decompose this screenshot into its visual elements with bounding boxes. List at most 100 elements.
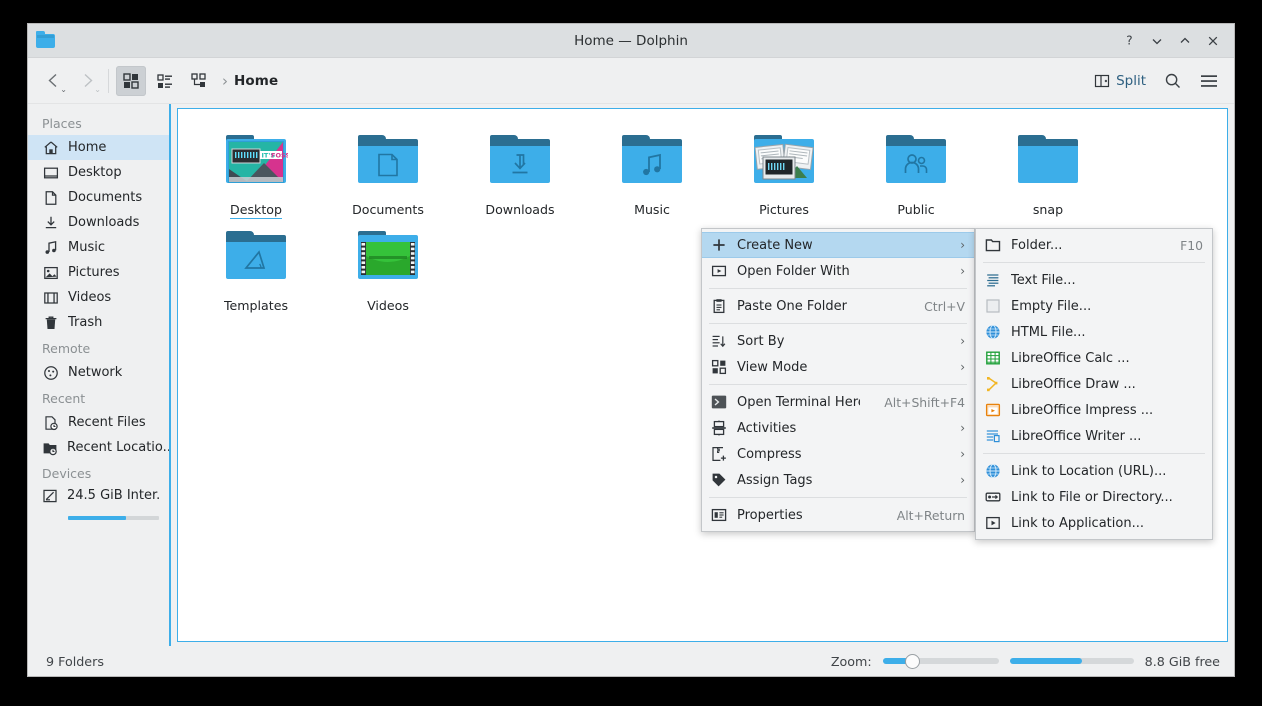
- menu-separator: [709, 497, 967, 498]
- split-button[interactable]: Split: [1088, 69, 1152, 93]
- file-item-videos[interactable]: Videos: [322, 219, 454, 313]
- file-item-desktop[interactable]: IT'S FOSS Desktop: [190, 123, 322, 219]
- menu-item-activities[interactable]: Activities›: [702, 415, 974, 441]
- sort-icon: [711, 333, 727, 349]
- link-app-icon: [985, 515, 1001, 531]
- file-item-music[interactable]: Music: [586, 123, 718, 219]
- zoom-slider[interactable]: [883, 653, 999, 669]
- back-dropdown-caret[interactable]: ⌄: [60, 85, 67, 94]
- forward-dropdown-caret[interactable]: ⌄: [94, 85, 101, 94]
- empty-file-icon: [985, 298, 1001, 314]
- close-button[interactable]: [1200, 28, 1226, 54]
- sidebar-item-desktop[interactable]: Desktop: [28, 160, 169, 185]
- videos-preview-folder-icon: [356, 223, 420, 287]
- menu-item-sort-by[interactable]: Sort By›: [702, 328, 974, 354]
- dolphin-window: Home — Dolphin ? ⌄ ⌄: [28, 24, 1234, 676]
- menu-item-libreoffice-draw[interactable]: LibreOffice Draw ...: [976, 371, 1212, 397]
- breadcrumb-home[interactable]: Home: [234, 73, 278, 89]
- file-item-label: Downloads: [485, 202, 554, 217]
- html-file-icon: [985, 324, 1001, 340]
- menu-item-open-folder-with[interactable]: Open Folder With›: [702, 258, 974, 284]
- menu-item-libreoffice-writer[interactable]: LibreOffice Writer ...: [976, 423, 1212, 449]
- title-bar: Home — Dolphin ?: [28, 24, 1234, 58]
- maximize-button[interactable]: [1172, 28, 1198, 54]
- sidebar-item-label: Home: [68, 140, 106, 155]
- open-with-icon: [711, 263, 727, 279]
- pictures-icon: [42, 264, 59, 281]
- menu-item-html-file[interactable]: HTML File...: [976, 319, 1212, 345]
- view-mode-compact-button[interactable]: [150, 66, 180, 96]
- menu-item-shortcut: Alt+Return: [897, 508, 965, 523]
- menu-item-label: LibreOffice Calc ...: [1011, 351, 1203, 366]
- file-item-label: Public: [897, 202, 934, 217]
- menu-item-properties[interactable]: PropertiesAlt+Return: [702, 502, 974, 528]
- paste-icon: [711, 298, 727, 314]
- menu-item-label: Link to Application...: [1011, 516, 1203, 531]
- back-button[interactable]: ⌄: [36, 66, 70, 96]
- view-mode-details-button[interactable]: [184, 66, 214, 96]
- minimize-button[interactable]: [1144, 28, 1170, 54]
- sidebar-item-documents[interactable]: Documents: [28, 185, 169, 210]
- file-item-pictures[interactable]: Pictures: [718, 123, 850, 219]
- plain-folder-icon: [1016, 127, 1080, 191]
- network-icon: [42, 364, 59, 381]
- file-item-label: Pictures: [759, 202, 809, 217]
- menu-item-paste-one-folder[interactable]: Paste One FolderCtrl+V: [702, 293, 974, 319]
- sidebar-item-internal-drive[interactable]: 24.5 GiB Inter...: [28, 485, 169, 524]
- menu-item-folder[interactable]: Folder...F10: [976, 232, 1212, 258]
- item-count-label: 9 Folders: [46, 654, 104, 669]
- tag-icon: [711, 472, 727, 488]
- file-item-label: snap: [1033, 202, 1063, 217]
- sidebar-item-network[interactable]: Network: [28, 360, 169, 385]
- menu-separator: [983, 262, 1205, 263]
- sidebar-item-pictures[interactable]: Pictures: [28, 260, 169, 285]
- menu-item-shortcut: F10: [1180, 238, 1203, 253]
- view-mode-icons-button[interactable]: [116, 66, 146, 96]
- context-menu[interactable]: Create New›Open Folder With› Paste One Fo…: [701, 228, 975, 532]
- file-item-label: Desktop: [230, 202, 282, 219]
- search-icon: [1164, 72, 1182, 90]
- menu-item-link-to-application[interactable]: Link to Application...: [976, 510, 1212, 536]
- menu-item-open-terminal-here[interactable]: Open Terminal HereAlt+Shift+F4: [702, 389, 974, 415]
- drive-usage-meter: [68, 516, 159, 520]
- main-menu-button[interactable]: [1194, 66, 1224, 96]
- sidebar-item-videos[interactable]: Videos: [28, 285, 169, 310]
- app-icon: [35, 30, 57, 52]
- sidebar-item-music[interactable]: Music: [28, 235, 169, 260]
- sidebar-item-recent-locations[interactable]: Recent Locatio...: [28, 435, 169, 460]
- menu-item-label: LibreOffice Impress ...: [1011, 403, 1203, 418]
- menu-item-libreoffice-impress[interactable]: LibreOffice Impress ...: [976, 397, 1212, 423]
- file-item-templates[interactable]: Templates: [190, 219, 322, 313]
- compress-icon: [711, 446, 727, 462]
- file-item-downloads[interactable]: Downloads: [454, 123, 586, 219]
- menu-item-link-to-file-or-directory[interactable]: Link to File or Directory...: [976, 484, 1212, 510]
- chevron-right-icon: ›: [960, 264, 965, 278]
- help-button[interactable]: ?: [1116, 28, 1142, 54]
- sidebar-item-downloads[interactable]: Downloads: [28, 210, 169, 235]
- menu-item-create-new[interactable]: Create New›: [702, 232, 974, 258]
- sidebar-item-label: Trash: [68, 315, 102, 330]
- menu-item-libreoffice-calc[interactable]: LibreOffice Calc ...: [976, 345, 1212, 371]
- sidebar-section-remote-title: Remote: [28, 335, 169, 360]
- sidebar-item-home[interactable]: Home: [28, 135, 169, 160]
- public-folder-icon: [884, 127, 948, 191]
- create-new-submenu[interactable]: Folder...F10 Text File... Empty File... HTM…: [975, 228, 1213, 540]
- sidebar-item-label: 24.5 GiB Inter...: [67, 488, 159, 503]
- sidebar-item-trash[interactable]: Trash: [28, 310, 169, 335]
- menu-item-empty-file[interactable]: Empty File...: [976, 293, 1212, 319]
- recent-folder-icon: [42, 439, 58, 456]
- sidebar-item-label: Documents: [68, 190, 142, 205]
- sidebar-item-recent-files[interactable]: Recent Files: [28, 410, 169, 435]
- menu-item-compress[interactable]: Compress›: [702, 441, 974, 467]
- menu-item-text-file[interactable]: Text File...: [976, 267, 1212, 293]
- pictures-preview-folder-icon: [752, 127, 816, 191]
- file-item-public[interactable]: Public: [850, 123, 982, 219]
- menu-item-link-to-location-url[interactable]: Link to Location (URL)...: [976, 458, 1212, 484]
- menu-item-assign-tags[interactable]: Assign Tags›: [702, 467, 974, 493]
- menu-item-view-mode[interactable]: View Mode›: [702, 354, 974, 380]
- file-item-documents[interactable]: Documents: [322, 123, 454, 219]
- menu-item-label: Empty File...: [1011, 299, 1203, 314]
- forward-button[interactable]: ⌄: [70, 66, 104, 96]
- search-button[interactable]: [1158, 66, 1188, 96]
- file-item-snap[interactable]: snap: [982, 123, 1114, 219]
